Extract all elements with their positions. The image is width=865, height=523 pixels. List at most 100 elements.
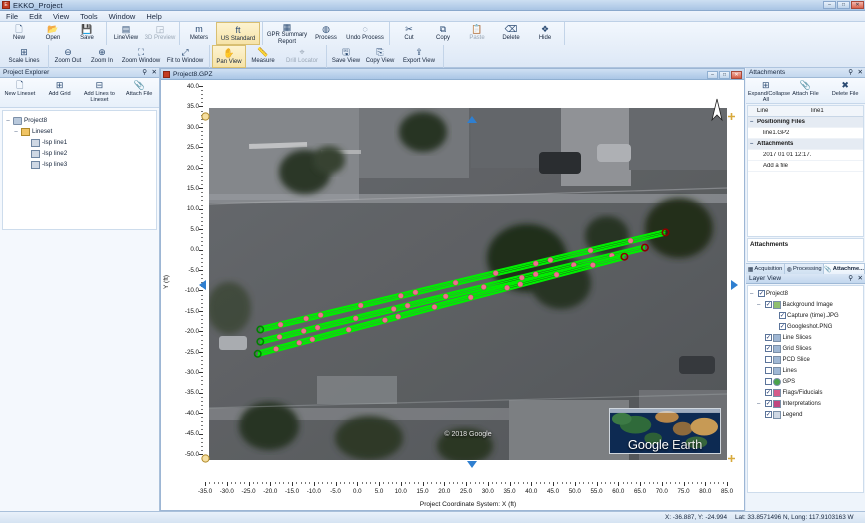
project-tree-item-project8[interactable]: – Project8	[5, 115, 154, 126]
fiducial-marker[interactable]	[492, 270, 499, 276]
ribbon-button-save[interactable]: 💾 Save	[70, 22, 104, 45]
fiducial-marker[interactable]	[627, 237, 634, 244]
row-expander-icon[interactable]: –	[750, 141, 757, 147]
ribbon-button-meters[interactable]: m Meters	[182, 22, 216, 45]
fiducial-marker[interactable]	[517, 281, 524, 288]
layer-visibility-checkbox[interactable]	[764, 389, 772, 396]
layer-visibility-checkbox[interactable]	[764, 356, 772, 363]
ribbon-button-gpr-summary-report[interactable]: ▦ GPR Summary Report	[265, 22, 309, 45]
fiducial-marker[interactable]	[390, 306, 397, 312]
layer-item-lines[interactable]: Lines	[750, 365, 861, 376]
layer-visibility-checkbox[interactable]	[764, 345, 772, 352]
survey-line-line2[interactable]	[256, 243, 649, 346]
attachments-tool-expand-collapse-all[interactable]: ⊞ Expand/Collapse All	[748, 80, 790, 103]
fiducial-marker[interactable]	[352, 315, 359, 322]
fiducial-marker[interactable]	[309, 336, 316, 343]
layer-visibility-checkbox[interactable]	[764, 334, 772, 341]
minimize-button[interactable]: –	[823, 1, 836, 9]
ribbon-button-pan-view[interactable]: ✋ Pan View	[212, 45, 246, 68]
fiducial-marker[interactable]	[303, 315, 309, 322]
row-expander-icon[interactable]: –	[750, 119, 757, 125]
menu-item-tools[interactable]: Tools	[80, 12, 98, 21]
attachments-grid[interactable]: Line line1– Positioning Files line1.GP2– Att…	[747, 105, 864, 237]
ribbon-button-hide[interactable]: ❖ Hide	[528, 22, 562, 45]
ribbon-button-lineview[interactable]: ▤ LineView	[109, 22, 143, 45]
layer-visibility-checkbox[interactable]	[757, 290, 765, 297]
survey-line-line3[interactable]	[253, 252, 629, 358]
panel-close-icon[interactable]: ✕	[152, 68, 157, 78]
fiducial-marker[interactable]	[345, 326, 352, 333]
project-tool-add-lines-to-lineset[interactable]: ⊟ Add Lines to Lineset	[81, 80, 117, 103]
attachments-tool-delete-file[interactable]: ✖ Delete File	[827, 80, 863, 97]
layer-item-capture-time-jpg[interactable]: Capture (time).JPG	[750, 310, 861, 321]
pan-left-handle[interactable]	[199, 280, 206, 290]
layer-visibility-checkbox[interactable]	[764, 400, 772, 407]
layer-item-flags-fiducials[interactable]: Flags/Fiducials	[750, 387, 861, 398]
fiducial-marker[interactable]	[467, 294, 474, 301]
layer-visibility-checkbox[interactable]	[764, 378, 772, 385]
tab-processing[interactable]: ◍ Processing	[785, 264, 825, 274]
layer-tree[interactable]: –Project8–Background ImageCapture (time)…	[747, 285, 864, 493]
layer-expander-icon[interactable]: –	[757, 401, 763, 407]
project-tree-item-line1[interactable]: -lsp line1	[5, 137, 154, 148]
project-tool-add-grid[interactable]: ⊞ Add Grid	[42, 80, 78, 97]
ribbon-button-export-view[interactable]: ⇪ Export View	[397, 45, 441, 68]
pan-up-handle[interactable]	[467, 116, 477, 123]
attachments-group-row[interactable]: – Attachments	[748, 139, 863, 150]
document-minimize-button[interactable]: –	[707, 70, 718, 79]
ribbon-button-zoom-in[interactable]: ⊕ Zoom In	[85, 45, 119, 68]
fiducial-marker[interactable]	[276, 334, 283, 340]
fiducial-marker[interactable]	[277, 321, 284, 328]
menu-item-help[interactable]: Help	[146, 12, 161, 21]
ribbon-button-save-view[interactable]: 🖫 Save View	[329, 45, 363, 68]
layer-item-legend[interactable]: Legend	[750, 409, 861, 420]
pan-down-handle[interactable]	[467, 461, 477, 468]
ribbon-button-zoom-window[interactable]: ⛶ Zoom Window	[119, 45, 163, 68]
layer-pin-icon[interactable]: ⚲	[848, 274, 853, 284]
layer-item-grid-slices[interactable]: Grid Slices	[750, 343, 861, 354]
attachments-item-row[interactable]: Add a file	[748, 161, 863, 172]
fiducial-marker[interactable]	[590, 262, 596, 268]
corner-handle-top-right[interactable]	[727, 112, 736, 121]
ribbon-button-undo-process[interactable]: ◌ Undo Process	[343, 22, 387, 45]
pin-icon[interactable]: ⚲	[142, 68, 147, 78]
layer-item-background-image[interactable]: – Background Image	[750, 299, 861, 310]
tab-acquisition[interactable]: ▦ Acquisition	[746, 264, 786, 274]
attachments-pin-icon[interactable]: ⚲	[848, 68, 853, 78]
tree-expander-icon[interactable]: –	[5, 118, 11, 124]
ribbon-button-scale-lines[interactable]: ⊞ Scale Lines	[2, 45, 46, 68]
fiducial-marker[interactable]	[532, 271, 539, 278]
ribbon-button-zoom-out[interactable]: ⊖ Zoom Out	[51, 45, 85, 68]
corner-handle-bottom-left[interactable]	[201, 454, 210, 463]
fiducial-marker[interactable]	[442, 293, 449, 300]
ribbon-button-copy[interactable]: ⧉ Copy	[426, 22, 460, 45]
layer-item-interpretations[interactable]: – Interpretations	[750, 398, 861, 409]
ribbon-button-process[interactable]: ◍ Process	[309, 22, 343, 45]
fiducial-marker[interactable]	[296, 339, 303, 346]
map-plot-area[interactable]: Y (ft) 40.0 35.0 30.0 25.0 20.0 15.0 10.0 5.0 0.…	[161, 80, 744, 510]
layer-close-icon[interactable]: ✕	[858, 274, 863, 284]
attachments-close-icon[interactable]: ✕	[858, 68, 863, 78]
fiducial-marker[interactable]	[504, 284, 510, 291]
fiducial-marker[interactable]	[452, 279, 459, 286]
ribbon-button-open[interactable]: 📂 Open	[36, 22, 70, 45]
tab-attachme[interactable]: 📎 Attachme...	[824, 264, 865, 274]
ribbon-button-cut[interactable]: ✂ Cut	[392, 22, 426, 45]
corner-handle-top-left[interactable]	[201, 112, 210, 121]
tree-expander-icon[interactable]: –	[13, 129, 19, 135]
menu-item-edit[interactable]: Edit	[29, 12, 42, 21]
pan-right-handle[interactable]	[731, 280, 738, 290]
project-tool-attach-file[interactable]: 📎 Attach File	[121, 80, 157, 97]
maximize-button[interactable]: □	[837, 1, 850, 9]
menu-item-view[interactable]: View	[53, 12, 69, 21]
fiducial-marker[interactable]	[398, 292, 404, 299]
attachments-item-row[interactable]: line1.GP2	[748, 128, 863, 139]
fiducial-marker[interactable]	[317, 312, 324, 318]
fiducial-marker[interactable]	[357, 302, 364, 309]
attachments-group-row[interactable]: – Positioning Files	[748, 117, 863, 128]
fiducial-marker[interactable]	[273, 346, 279, 352]
ribbon-button-fit-to-window[interactable]: ⤢ Fit to Window	[163, 45, 207, 68]
project-tree[interactable]: – Project8– Lineset -lsp line1 -lsp line2 -ls…	[2, 110, 157, 230]
ribbon-button-delete[interactable]: ⌫ Delete	[494, 22, 528, 45]
survey-line-line1[interactable]	[256, 228, 670, 334]
